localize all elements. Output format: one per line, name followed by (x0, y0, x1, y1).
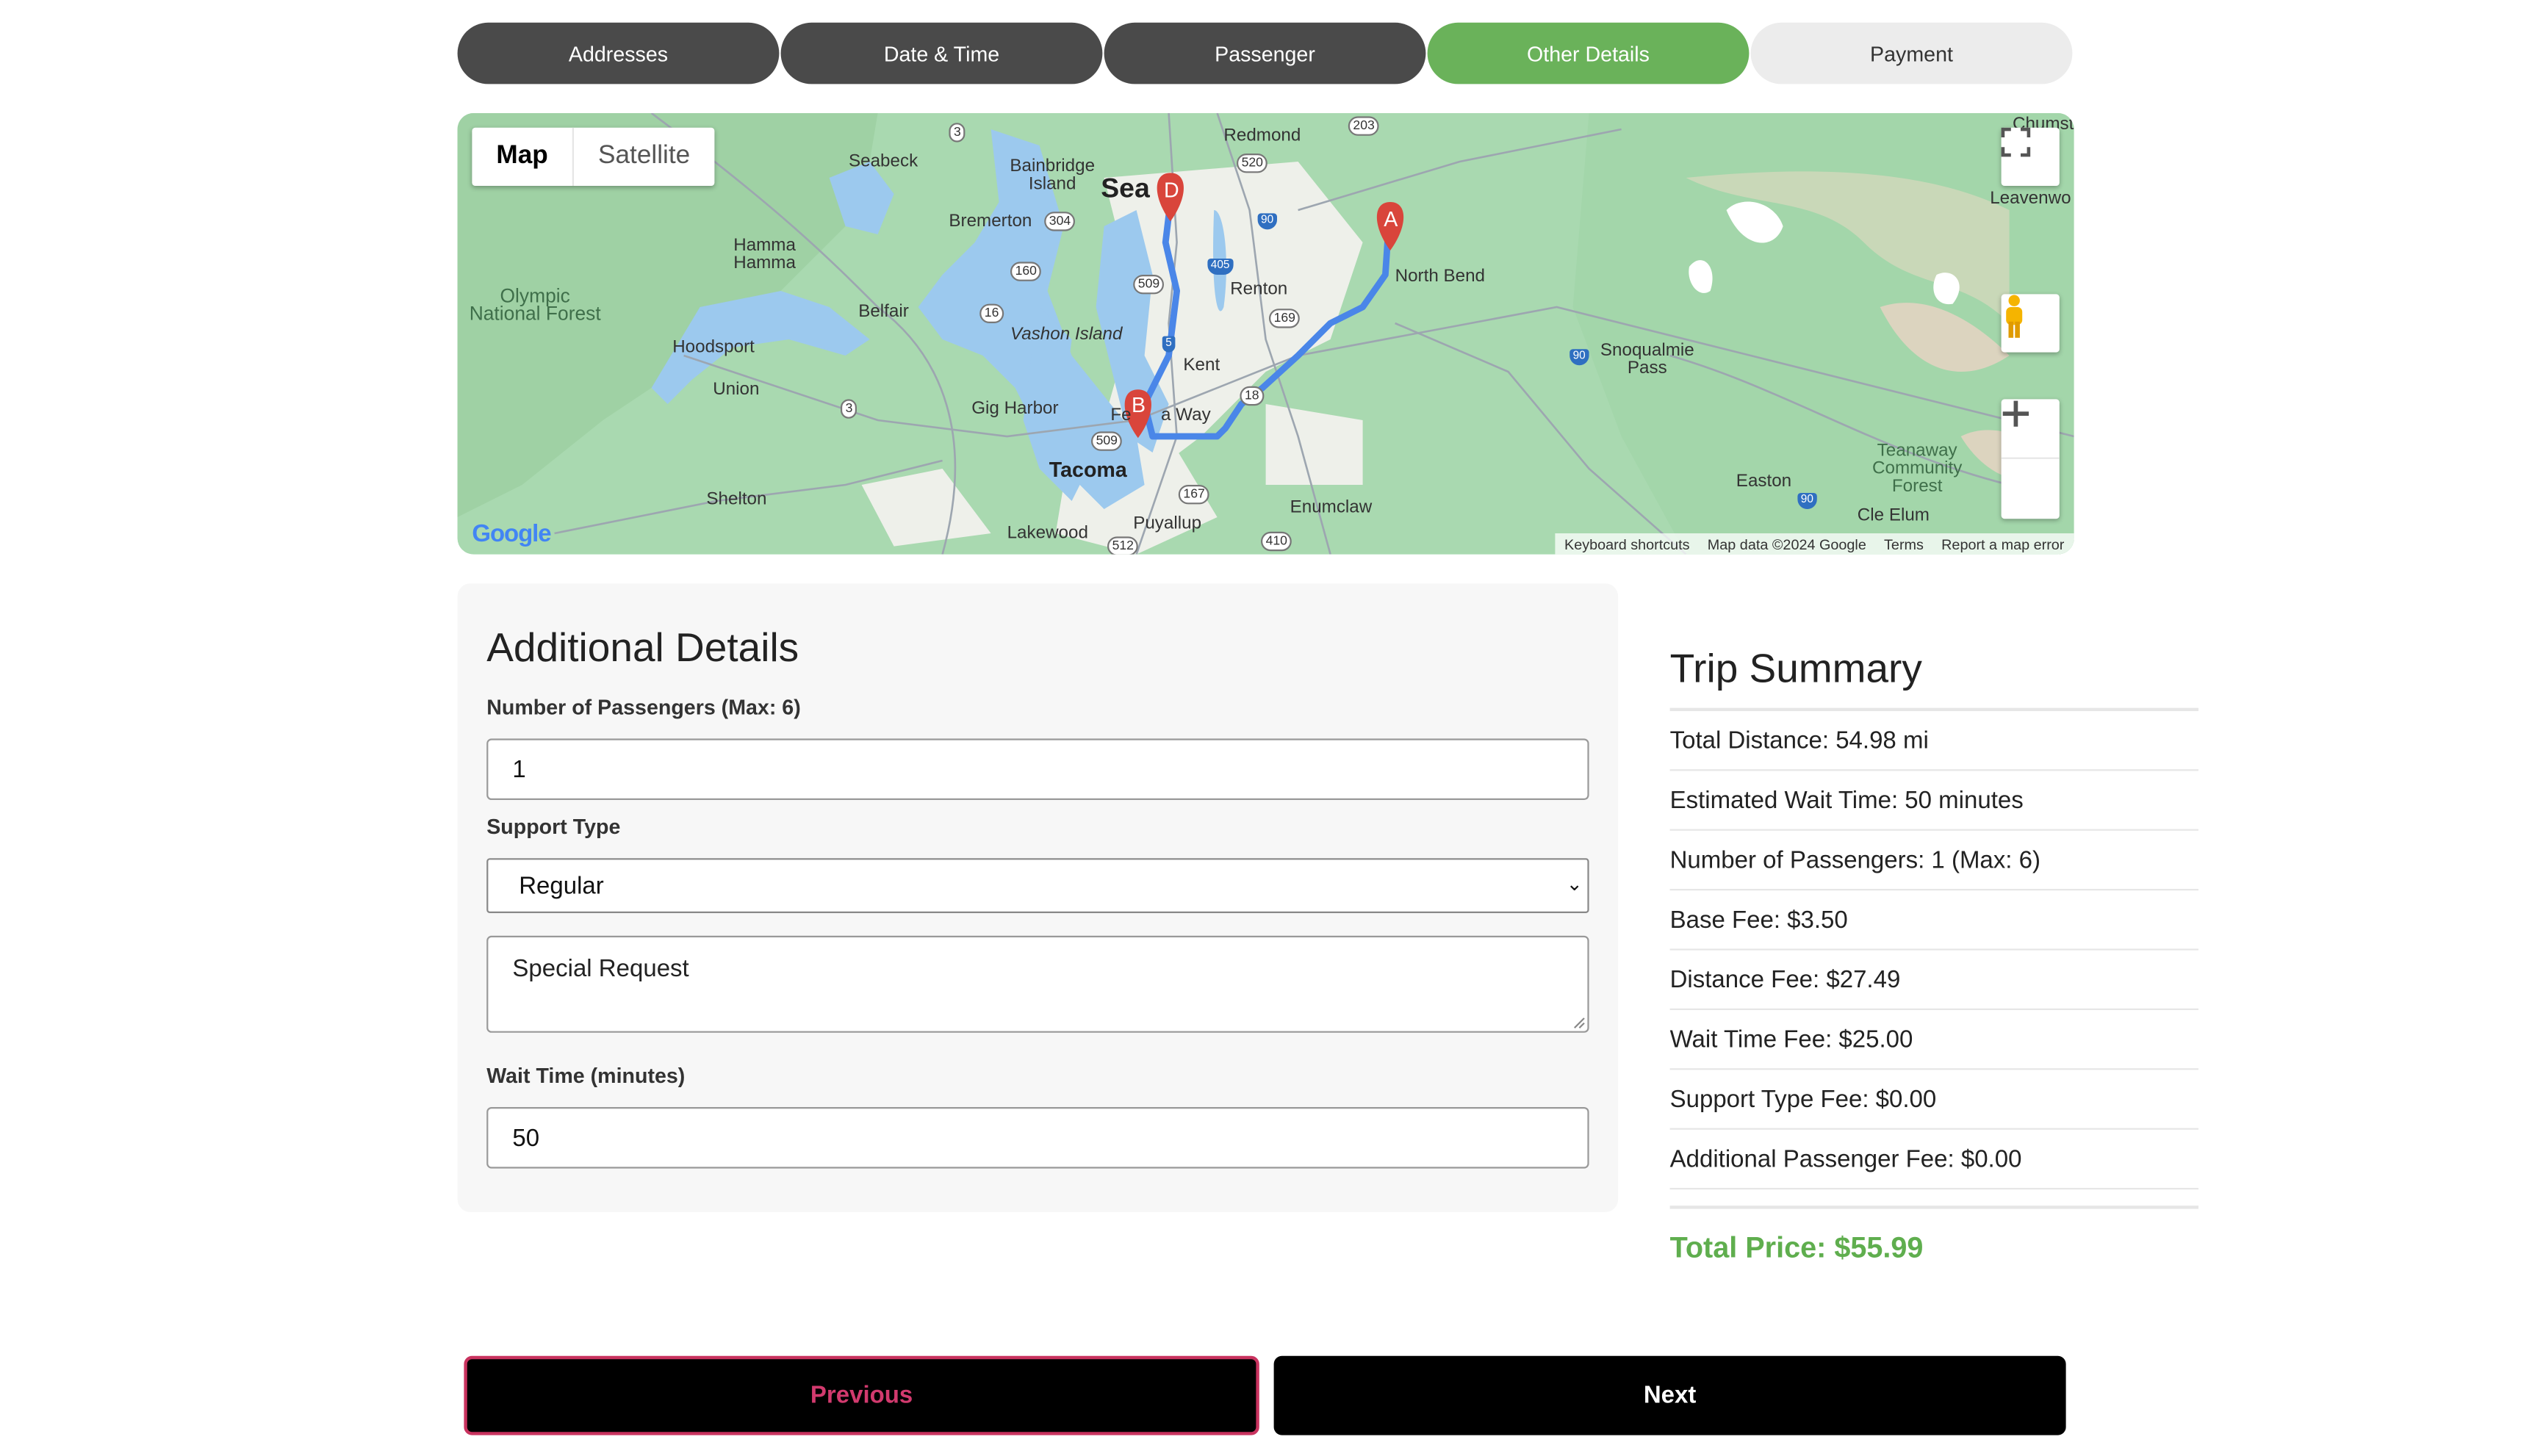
google-logo[interactable]: Google (472, 520, 551, 547)
special-request-placeholder: Special Request (512, 955, 689, 983)
place-label: Gig Harbor (971, 399, 1059, 419)
step-passenger[interactable]: Passenger (1104, 22, 1426, 84)
route-map[interactable]: A B D Seabeck Bainbridge Island Redmond … (457, 113, 2074, 555)
fullscreen-icon (2001, 127, 2031, 157)
support-type-label: Support Type (486, 814, 621, 839)
place-label: Seabeck (849, 151, 918, 172)
additional-details-card: Additional Details Number of Passengers … (457, 583, 1619, 1212)
step-other-details[interactable]: Other Details (1427, 22, 1750, 84)
place-label: Bremerton (949, 212, 1032, 231)
special-request-textarea[interactable]: Special Request (486, 935, 1589, 1033)
total-price: Total Price: $55.99 (1669, 1205, 2198, 1265)
highway-shield: 167 (1178, 485, 1210, 505)
report-error-link[interactable]: Report a map error (1941, 536, 2064, 552)
place-label: North Bend (1395, 267, 1486, 286)
place-label: Enumclaw (1290, 497, 1373, 517)
marker-d-label[interactable]: D (1164, 179, 1179, 201)
highway-shield: 512 (1107, 536, 1139, 555)
place-label: Hamma Hamma (733, 236, 796, 273)
marker-a-label[interactable]: A (1384, 209, 1398, 230)
place-label: Shelton (706, 489, 767, 509)
fullscreen-button[interactable] (2001, 127, 2060, 186)
keyboard-shortcuts-link[interactable]: Keyboard shortcuts (1564, 536, 1690, 552)
highway-shield: 16 (979, 303, 1004, 323)
place-label: Redmond (1223, 126, 1301, 145)
wait-time-fee-row: Wait Time Fee: $25.00 (1669, 1010, 2198, 1070)
highway-shield: 509 (1091, 431, 1123, 451)
interstate-shield: 5 (1162, 336, 1176, 353)
place-label: Renton (1230, 279, 1288, 299)
place-label: Vashon Island (1010, 325, 1123, 345)
place-label: Cle Elum (1857, 505, 1930, 525)
passengers-input[interactable]: 1 (486, 738, 1589, 800)
trip-summary-title: Trip Summary (1669, 630, 2198, 711)
previous-button[interactable]: Previous (464, 1355, 1259, 1435)
highway-shield: 18 (1240, 386, 1265, 406)
distance-fee-row: Distance Fee: $27.49 (1669, 951, 2198, 1010)
place-label: Puyallup (1133, 513, 1202, 533)
map-data-text: Map data ©2024 Google (1707, 536, 1866, 552)
step-addresses[interactable]: Addresses (457, 22, 780, 84)
street-view-button[interactable] (2001, 294, 2060, 353)
highway-shield: 304 (1044, 212, 1076, 231)
progress-stepper: Addresses Date & Time Passenger Other De… (457, 22, 2074, 84)
highway-shield: 520 (1237, 154, 1268, 173)
place-label: Easton (1736, 472, 1792, 491)
total-distance-row: Total Distance: 54.98 mi (1669, 711, 2198, 771)
highway-shield: 509 (1133, 275, 1165, 295)
passengers-label: Number of Passengers (Max: 6) (486, 695, 801, 719)
step-payment[interactable]: Payment (1750, 22, 2073, 84)
place-label: Union (713, 380, 760, 400)
place-label: Hoodsport (672, 337, 755, 358)
additional-passenger-fee-row: Additional Passenger Fee: $0.00 (1669, 1130, 2198, 1190)
zoom-out-button[interactable] (2002, 411, 2060, 519)
zoom-control (2001, 399, 2060, 519)
resize-grip-icon[interactable] (1573, 1017, 1586, 1030)
support-type-fee-row: Support Type Fee: $0.00 (1669, 1070, 2198, 1130)
terms-link[interactable]: Terms (1884, 536, 1924, 552)
highway-shield: 169 (1269, 309, 1301, 328)
highway-shield: 410 (1261, 531, 1292, 552)
step-date-time[interactable]: Date & Time (780, 22, 1103, 84)
place-label: Snoqualmie Pass (1600, 341, 1694, 378)
trip-summary: Trip Summary Total Distance: 54.98 mi Es… (1669, 630, 2198, 1266)
place-label: Belfair (858, 302, 909, 322)
support-type-select[interactable]: Regular ⌄ (486, 858, 1589, 913)
place-label: Bainbridge Island (1010, 156, 1096, 194)
wait-time-input[interactable]: 50 (486, 1107, 1589, 1169)
pegman-icon (2006, 295, 2023, 338)
map-type-satellite-button[interactable]: Satellite (572, 127, 714, 186)
map-attribution: Keyboard shortcuts Map data ©2024 Google… (1554, 533, 2074, 555)
place-label: Fe a Way (1110, 406, 1211, 425)
support-type-value: Regular (519, 871, 604, 900)
wait-time-row: Estimated Wait Time: 50 minutes (1669, 771, 2198, 831)
minus-icon (2002, 411, 2029, 417)
map-type-map-button[interactable]: Map (472, 128, 572, 186)
place-label: Olympic National Forest (469, 284, 601, 325)
passengers-row: Number of Passengers: 1 (Max: 6) (1669, 831, 2198, 891)
chevron-down-icon: ⌄ (1566, 873, 1583, 895)
highway-shield: 160 (1010, 262, 1042, 281)
page: Addresses Date & Time Passenger Other De… (0, 0, 2535, 1456)
next-button[interactable]: Next (1273, 1355, 2066, 1435)
place-label: Tacoma (1049, 457, 1127, 482)
place-label: Teanaway Community Forest (1872, 441, 1963, 497)
place-label: Kent (1183, 356, 1220, 375)
form-title: Additional Details (486, 625, 799, 671)
highway-shield: 203 (1348, 116, 1380, 136)
wait-time-label: Wait Time (minutes) (486, 1063, 686, 1088)
interstate-shield: 405 (1207, 259, 1233, 275)
place-label: Lakewood (1007, 523, 1088, 544)
base-fee-row: Base Fee: $3.50 (1669, 890, 2198, 951)
map-type-control: Map Satellite (472, 127, 715, 186)
place-label: Leavenwo (1990, 189, 2071, 209)
place-label: Sea (1101, 173, 1150, 204)
